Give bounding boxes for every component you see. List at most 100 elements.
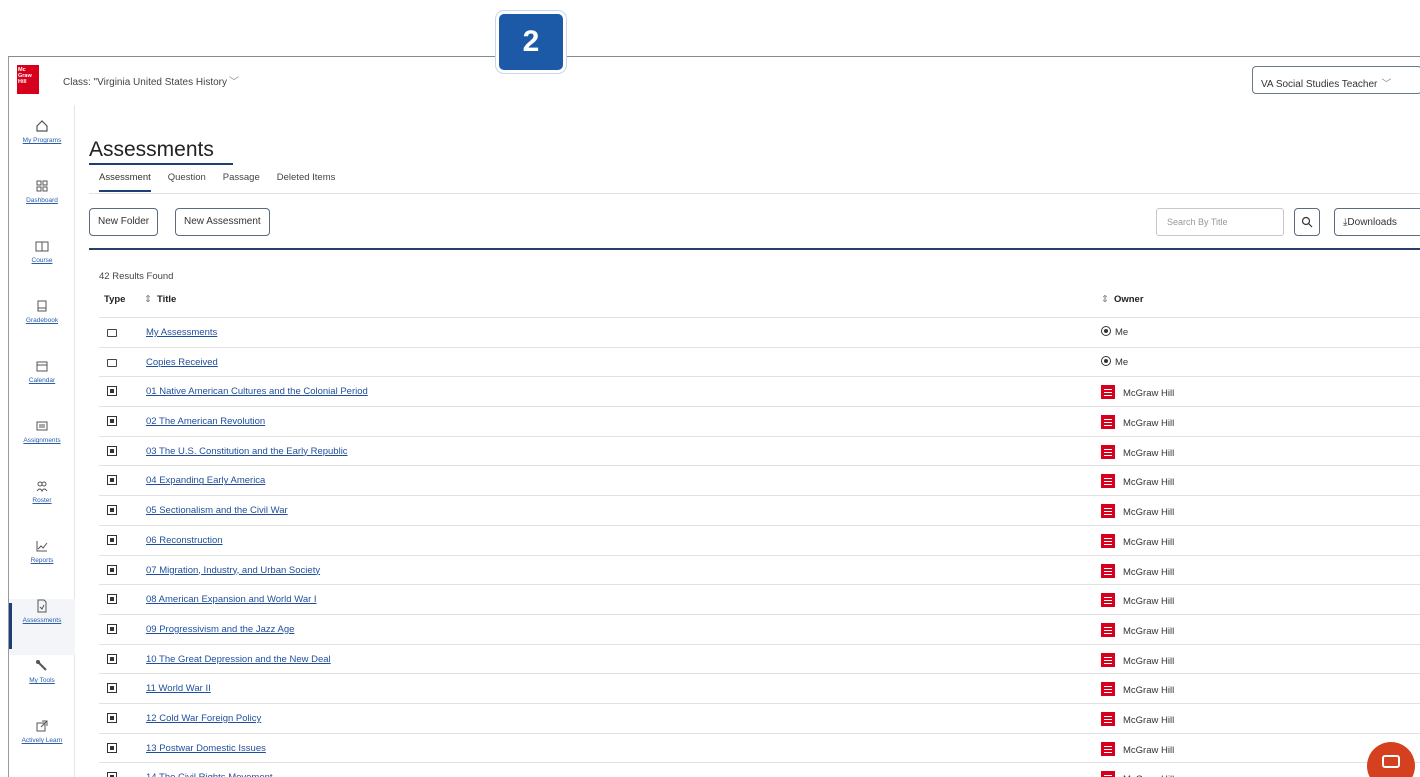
column-header-owner[interactable]: ⇕ Owner [1101, 294, 1144, 305]
sidebar-item-label: Assignments [23, 437, 61, 444]
sidebar-item-assignments[interactable]: Assignments [9, 419, 75, 475]
sidebar-item-label: Assessments [22, 617, 62, 624]
assessment-icon [107, 445, 117, 456]
row-owner: McGraw Hill [1101, 711, 1175, 726]
downloads-button[interactable]: ⤓Downloads [1334, 208, 1420, 236]
row-owner: McGraw Hill [1101, 533, 1174, 548]
assessment-icon [107, 683, 117, 694]
home-icon [36, 120, 48, 132]
chat-icon [1382, 755, 1400, 768]
row-owner-label: Me [1115, 327, 1129, 338]
sidebar-item-my-programs[interactable]: My Programs [9, 119, 75, 175]
row-title-link[interactable]: 05 Sectionalism and the Civil War [146, 505, 288, 516]
divider [89, 248, 1420, 250]
sidebar-item-course[interactable]: Course [9, 239, 75, 295]
sidebar-item-label: Calendar [28, 377, 56, 384]
class-selector[interactable]: Class: "Virginia United States History ﹀ [63, 73, 239, 88]
row-owner-label: McGraw Hill [1123, 744, 1175, 756]
row-owner-label: McGraw Hill [1123, 714, 1175, 726]
sort-icon: ⇕ [1101, 294, 1109, 305]
table-row[interactable]: 07 Migration, Industry, and Urban Societ… [99, 554, 1420, 585]
row-owner: McGraw Hill [1101, 771, 1174, 777]
tab-bar: Assessment Question Passage Deleted Item… [99, 172, 352, 192]
row-owner: McGraw Hill [1101, 415, 1174, 430]
table-row[interactable]: 02 The American Revolution McGraw Hill [99, 406, 1420, 436]
row-title-link[interactable]: 10 The Great Depression and the New Deal [146, 654, 331, 665]
table-row[interactable]: 05 Sectionalism and the Civil War McGraw … [99, 495, 1420, 525]
sidebar-item-roster[interactable]: Roster [9, 479, 75, 535]
assessment-icon [107, 772, 117, 777]
row-owner-label: McGraw Hill [1123, 625, 1175, 637]
row-title-link[interactable]: 03 The U.S. Constitution and the Early R… [146, 446, 348, 457]
row-title-link[interactable]: 09 Progressivism and the Jazz Age [146, 624, 294, 635]
sidebar-item-reports[interactable]: Reports [9, 539, 75, 595]
row-owner-label: McGraw Hill [1123, 655, 1175, 667]
sidebar-item-label: My Programs [22, 137, 62, 144]
row-title-link[interactable]: 01 Native American Cultures and the Colo… [146, 386, 368, 397]
mcgraw-hill-icon [1101, 593, 1115, 608]
chevron-down-icon: ﹀ [1381, 79, 1392, 90]
user-icon [1101, 355, 1111, 366]
sidebar-item-gradebook[interactable]: Gradebook [9, 299, 75, 355]
table-row[interactable]: My Assessments Me [99, 317, 1420, 347]
title-underline [89, 163, 233, 165]
tab-question[interactable]: Question [168, 172, 206, 192]
sidebar-item-dashboard[interactable]: Dashboard [9, 179, 75, 235]
sidebar-item-label: Reports [30, 557, 54, 564]
search-icon [1301, 216, 1313, 228]
row-title-link[interactable]: 07 Migration, Industry, and Urban Societ… [146, 565, 320, 576]
tab-assessment[interactable]: Assessment [99, 172, 151, 192]
row-owner: McGraw Hill [1101, 593, 1175, 608]
table-row[interactable]: Copies Received Me [99, 346, 1420, 377]
table-row[interactable]: 10 The Great Depression and the New Deal… [99, 643, 1420, 674]
new-assessment-button[interactable]: New Assessment [175, 208, 270, 236]
role-selector-label: VA Social Studies Teacher [1261, 79, 1378, 90]
row-owner: McGraw Hill [1101, 622, 1175, 637]
row-title-link[interactable]: 11 World War II [146, 683, 211, 694]
sidebar-item-label: Actively Learn [21, 737, 63, 744]
column-header-title[interactable]: ⇕ Title [144, 294, 176, 305]
table-row[interactable]: 14 The Civil Rights Movement McGraw Hill [99, 762, 1420, 777]
folder-icon [107, 329, 117, 337]
class-selector-label: Class: "Virginia United States History [63, 77, 227, 88]
table-row[interactable]: 12 Cold War Foreign Policy McGraw Hill [99, 702, 1420, 733]
row-title-link[interactable]: 12 Cold War Foreign Policy [146, 713, 261, 724]
table-row[interactable]: 09 Progressivism and the Jazz Age McGraw … [99, 613, 1420, 644]
table-row[interactable]: 08 American Expansion and World War I McG… [99, 584, 1420, 614]
row-title-link[interactable]: 08 American Expansion and World War I [146, 594, 317, 605]
sidebar-item-assessments[interactable]: Assessments [9, 599, 75, 655]
table-row[interactable]: 06 Reconstruction McGraw Hill [99, 524, 1420, 555]
book-icon [35, 241, 49, 252]
table-row[interactable]: 11 World War II McGraw Hill [99, 673, 1420, 703]
sidebar-item-actively-learn[interactable]: Actively Learn [9, 719, 75, 775]
mcgraw-hill-icon [1101, 682, 1115, 697]
row-title-link[interactable]: My Assessments [146, 327, 217, 338]
table-row[interactable]: 01 Native American Cultures and the Colo… [99, 376, 1420, 406]
search-input[interactable]: Search By Title [1156, 208, 1284, 236]
sidebar-item-my-tools[interactable]: My Tools [9, 659, 75, 715]
row-title-link[interactable]: 04 Expanding Early America [146, 475, 265, 486]
tab-deleted-items[interactable]: Deleted Items [277, 172, 336, 192]
search-button[interactable] [1294, 208, 1320, 236]
assessment-icon [107, 594, 117, 605]
table-row[interactable]: 03 The U.S. Constitution and the Early R… [99, 435, 1420, 466]
main-content: Assessments Assessment Question Passage … [89, 105, 1420, 777]
row-owner: McGraw Hill [1101, 682, 1174, 697]
row-owner-label: McGraw Hill [1123, 566, 1175, 578]
row-title-link[interactable]: 06 Reconstruction [146, 535, 223, 546]
table-row[interactable]: 04 Expanding Early America McGraw Hill [99, 465, 1420, 495]
role-selector[interactable]: VA Social Studies Teacher ﹀ [1252, 66, 1420, 94]
row-title-link[interactable]: Copies Received [146, 357, 218, 368]
new-folder-button[interactable]: New Folder [89, 208, 159, 236]
mcgraw-hill-logo[interactable]: Mc Graw Hill [17, 65, 39, 94]
row-owner-label: McGraw Hill [1123, 596, 1175, 608]
mcgraw-hill-icon [1101, 711, 1115, 726]
row-owner-label: McGraw Hill [1123, 447, 1175, 459]
row-title-link[interactable]: 02 The American Revolution [146, 416, 265, 427]
tab-passage[interactable]: Passage [223, 172, 260, 192]
sidebar-item-calendar[interactable]: Calendar [9, 359, 75, 415]
row-title-link[interactable]: 14 The Civil Rights Movement [146, 772, 273, 777]
mcgraw-hill-icon [1101, 385, 1115, 400]
row-title-link[interactable]: 13 Postwar Domestic Issues [146, 743, 266, 754]
table-row[interactable]: 13 Postwar Domestic Issues McGraw Hill [99, 732, 1420, 763]
